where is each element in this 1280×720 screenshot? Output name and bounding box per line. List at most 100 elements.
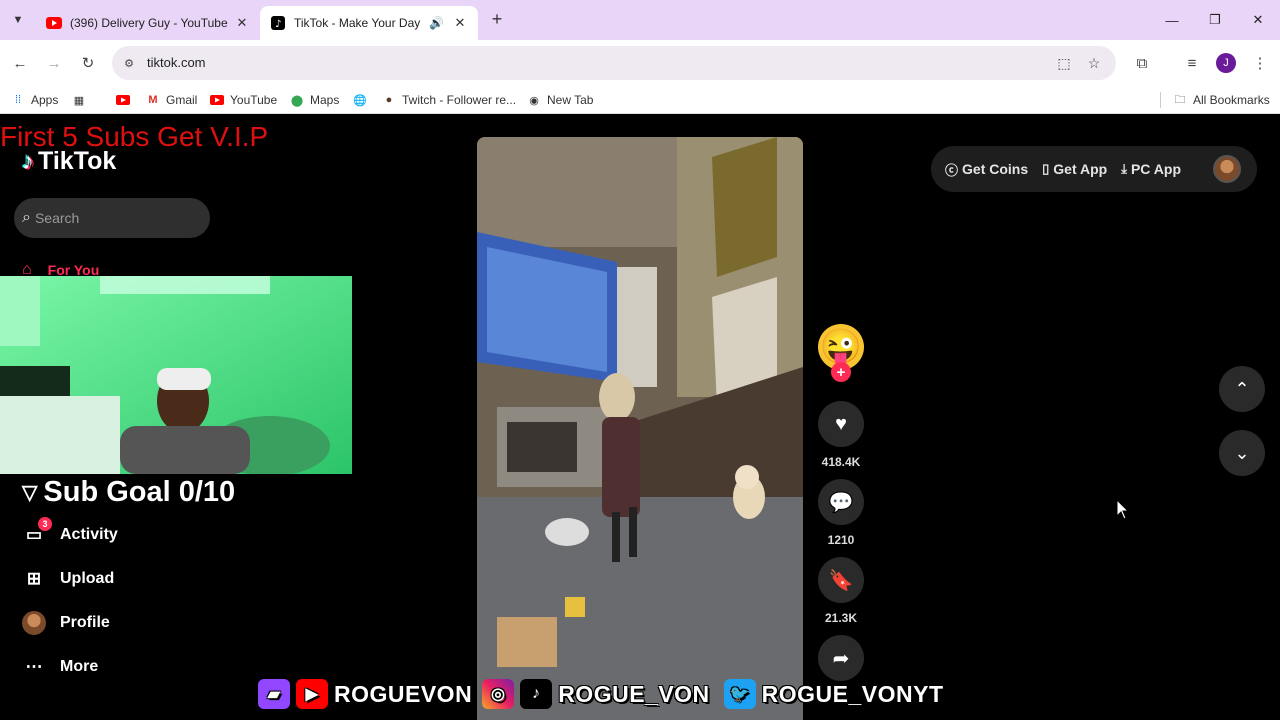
address-bar[interactable]: ⚙ tiktok.com ⬚ ☆: [112, 46, 1116, 80]
comment-action[interactable]: 💬 1210: [818, 479, 864, 547]
browser-tabstrip: ▼ (396) Delivery Guy - YouTube ✕ ♪ TikTo…: [0, 0, 1280, 40]
apps-grid-icon: ⁞⁞: [14, 94, 22, 106]
tab-youtube[interactable]: (396) Delivery Guy - YouTube ✕: [36, 6, 260, 40]
browser-toolbar: ← → ↻ ⚙ tiktok.com ⬚ ☆ ⧉ ≡ J ⋮: [0, 40, 1280, 86]
nav-profile[interactable]: Profile: [22, 610, 110, 636]
upload-plus-icon: ⊞: [26, 569, 42, 588]
new-tab-button[interactable]: +: [486, 8, 508, 30]
save-count: 21.3K: [824, 611, 858, 625]
bookmark-label: Twitch - Follower re...: [402, 93, 517, 107]
install-app-icon[interactable]: ⬚: [1055, 54, 1073, 72]
bookmark-label: New Tab: [547, 93, 594, 107]
tiktok-handle: ROGUE_VON: [558, 680, 710, 707]
svg-text:♪: ♪: [275, 19, 281, 30]
nav-label: More: [60, 658, 99, 675]
bookmark-twitch[interactable]: ● Twitch - Follower re...: [382, 92, 516, 108]
phone-icon: ▯: [1042, 161, 1050, 176]
extensions-icon[interactable]: ⧉: [1130, 51, 1154, 75]
get-coins-button[interactable]: ⓒ Get Coins: [945, 160, 1028, 179]
activity-icon: ▭ 3: [22, 517, 52, 547]
youtube-icon: [210, 93, 224, 107]
next-video-button[interactable]: ⌄: [1219, 430, 1265, 476]
bookmark-label: Maps: [310, 93, 340, 107]
search-placeholder: Search: [34, 210, 80, 226]
minimize-icon[interactable]: —: [1151, 0, 1193, 40]
bookmark-label: Apps: [31, 93, 59, 107]
url-text[interactable]: tiktok.com: [147, 55, 206, 70]
bookmark-label: All Bookmarks: [1193, 93, 1270, 107]
heart-icon[interactable]: ♥: [818, 401, 864, 447]
tab-tiktok[interactable]: ♪ TikTok - Make Your Day 🔊 ✕: [260, 6, 478, 40]
bookmark-youtube-icon-only[interactable]: [116, 92, 136, 108]
chevron-down-icon: ⌄: [1234, 442, 1250, 463]
window-close-icon[interactable]: ✕: [1237, 0, 1279, 40]
forward-icon[interactable]: →: [42, 51, 66, 75]
comment-icon[interactable]: 💬: [818, 479, 864, 525]
bookmark-star-icon[interactable]: ☆: [1085, 54, 1103, 72]
bookmark-new-tab[interactable]: ◉ New Tab: [527, 92, 593, 108]
nav-more[interactable]: ⋯ More: [22, 654, 99, 680]
bookmark-grid[interactable]: ▦: [72, 92, 92, 108]
like-action[interactable]: ♥ 418.4K: [818, 401, 864, 469]
twitch-avatar-icon: ●: [385, 94, 393, 106]
nav-upload[interactable]: ⊞ Upload: [22, 566, 114, 592]
back-icon[interactable]: ←: [8, 51, 32, 75]
search-input[interactable]: ⌕ Search: [14, 198, 210, 238]
bookmarks-bar: ⁞⁞ Apps ▦ M Gmail YouTube ⬤ Maps 🌐 ● Twi…: [0, 86, 1280, 114]
chrome-icon: ◉: [529, 94, 539, 107]
all-bookmarks[interactable]: 🗀 All Bookmarks: [1160, 92, 1270, 108]
pc-app-button[interactable]: ⤓ PC App: [1121, 161, 1181, 177]
video-player[interactable]: [477, 137, 803, 720]
globe-icon: 🌐: [353, 94, 367, 107]
youtube-favicon-icon: [46, 15, 62, 31]
media-controls-icon[interactable]: ≡: [1180, 51, 1204, 75]
tab-title: TikTok - Make Your Day: [294, 16, 421, 30]
gmail-icon: M: [148, 94, 158, 106]
twitter-bird-icon: 🐦: [723, 679, 756, 709]
twitter-handle: ROGUE_VONYT: [761, 680, 944, 707]
search-icon: ⌕: [22, 209, 31, 226]
sub-goal-overlay: ▽ Sub Goal 0/10: [22, 476, 235, 509]
bookmark-maps[interactable]: ⬤ Maps: [290, 92, 340, 108]
bookmark-gmail[interactable]: M Gmail: [146, 92, 197, 108]
button-label: PC App: [1130, 161, 1182, 177]
nav-activity[interactable]: ▭ 3 Activity: [22, 517, 118, 548]
bookmark-apps[interactable]: ⁞⁞ Apps: [11, 92, 58, 108]
profile-avatar[interactable]: J: [1216, 53, 1236, 73]
bookmark-youtube[interactable]: YouTube: [210, 92, 277, 108]
profile-avatar-icon: [22, 611, 46, 635]
top-action-bar: ⓒ Get Coins ▯ Get App ⤓ PC App: [931, 146, 1257, 192]
tab-search-chevron-icon[interactable]: ▼: [6, 8, 30, 32]
reload-icon[interactable]: ↻: [76, 51, 100, 75]
instagram-icon: ◎: [482, 679, 515, 709]
grid-icon: ▦: [73, 94, 85, 107]
more-dots-icon: ⋯: [25, 657, 43, 676]
get-app-button[interactable]: ▯ Get App: [1042, 161, 1107, 177]
site-info-icon[interactable]: ⚙: [120, 54, 138, 72]
close-tab-icon[interactable]: ✕: [234, 15, 250, 31]
youtube-icon: ▶: [296, 679, 328, 709]
youtube-icon: [116, 93, 130, 107]
speaker-icon[interactable]: 🔊: [429, 16, 444, 30]
maps-pin-icon: ⬤: [290, 94, 304, 107]
save-action[interactable]: 🔖 21.3K: [818, 557, 864, 625]
user-avatar[interactable]: [1213, 155, 1241, 183]
bookmark-label: Gmail: [166, 93, 198, 107]
folder-icon: 🗀: [1174, 93, 1186, 106]
tiktok-icon: ♪: [520, 679, 553, 709]
filter-icon: ▽: [22, 482, 38, 504]
bookmark-globe[interactable]: 🌐: [353, 92, 373, 108]
video-frame-image: [477, 137, 803, 720]
webcam-image: [0, 276, 352, 474]
bookmark-icon[interactable]: 🔖: [818, 557, 864, 603]
nav-label: Upload: [60, 570, 115, 587]
chrome-menu-icon[interactable]: ⋮: [1248, 51, 1272, 75]
restore-icon[interactable]: ❐: [1194, 0, 1236, 40]
follow-plus-icon[interactable]: +: [831, 362, 851, 382]
button-label: Get Coins: [962, 161, 1029, 177]
mouse-cursor-icon: [1117, 500, 1129, 520]
tab-title: (396) Delivery Guy - YouTube: [70, 16, 228, 30]
close-tab-icon[interactable]: ✕: [452, 15, 468, 31]
previous-video-button[interactable]: ⌃: [1219, 366, 1265, 412]
twitch-icon: ▰: [258, 679, 290, 709]
